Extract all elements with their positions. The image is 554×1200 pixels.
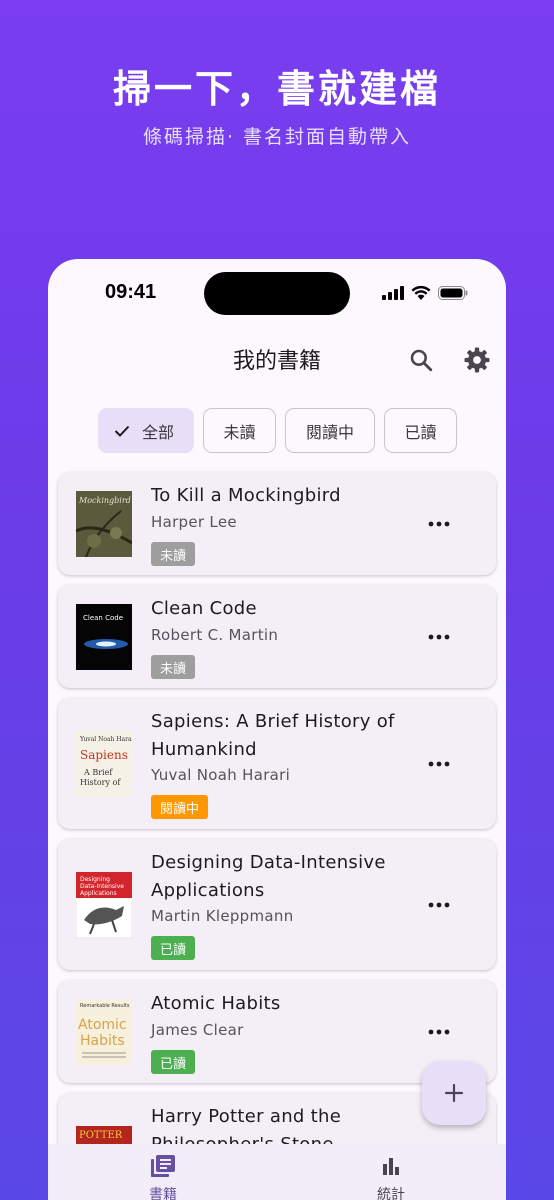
svg-text:Yuval Noah Harari: Yuval Noah Harari bbox=[79, 736, 132, 743]
book-cover: Yuval Noah Harari Sapiens A Brief Histor… bbox=[76, 731, 132, 797]
nav-label: 統計 bbox=[377, 1187, 405, 1200]
book-title: Sapiens: A Brief History of Humankind bbox=[151, 711, 395, 760]
bottom-navigation: 書籍 統計 bbox=[48, 1144, 506, 1200]
book-title: Clean Code bbox=[151, 598, 257, 619]
more-icon[interactable] bbox=[428, 521, 450, 527]
add-book-button[interactable] bbox=[422, 1061, 486, 1125]
book-cover: Designing Data-Intensive Applications bbox=[76, 872, 132, 938]
check-icon bbox=[114, 425, 130, 437]
more-icon[interactable] bbox=[428, 1029, 450, 1035]
more-icon[interactable] bbox=[428, 634, 450, 640]
book-title: To Kill a Mockingbird bbox=[151, 485, 341, 506]
chip-label: 全部 bbox=[141, 422, 174, 442]
book-author: Robert C. Martin bbox=[151, 626, 279, 644]
svg-text:A Brief: A Brief bbox=[83, 768, 113, 777]
nav-label: 書籍 bbox=[149, 1187, 177, 1200]
nav-item-stats[interactable]: 統計 bbox=[341, 1154, 441, 1200]
page-title: 我的書籍 bbox=[232, 349, 321, 374]
chip-reading[interactable]: 閱讀中 bbox=[285, 408, 375, 453]
book-card[interactable]: Designing Data-Intensive Applications De… bbox=[58, 839, 496, 970]
more-icon[interactable] bbox=[428, 761, 450, 767]
book-author: James Clear bbox=[151, 1021, 244, 1039]
cover-text: Mockingbird bbox=[78, 496, 131, 505]
hero-title: 掃一下，書就建檔 bbox=[112, 67, 441, 111]
filter-chips: 全部 未讀 閱讀中 已讀 bbox=[98, 408, 457, 453]
chip-label: 已讀 bbox=[404, 422, 437, 442]
more-icon[interactable] bbox=[428, 902, 450, 908]
cover-art: Yuval Noah Harari Sapiens A Brief Histor… bbox=[76, 731, 132, 797]
status-badge: 已讀 bbox=[151, 936, 196, 960]
book-author: Yuval Noah Harari bbox=[151, 766, 291, 784]
cover-art: Clean Code bbox=[76, 604, 132, 670]
svg-text:Designing: Designing bbox=[80, 876, 110, 883]
wifi-icon bbox=[411, 285, 431, 300]
cover-art: Mockingbird bbox=[76, 491, 132, 557]
svg-text:Habits: Habits bbox=[80, 1033, 125, 1049]
bar-chart-icon bbox=[383, 1158, 399, 1175]
book-card[interactable]: Mockingbird To Kill a Mockingbird Harper… bbox=[58, 472, 496, 575]
status-badge: 閱讀中 bbox=[151, 795, 209, 819]
book-title: Atomic Habits bbox=[151, 993, 281, 1014]
hero-subtitle: 條碼掃描· 書名封面自動帶入 bbox=[142, 126, 412, 148]
book-cover: Mockingbird bbox=[76, 491, 132, 557]
chip-all[interactable]: 全部 bbox=[98, 408, 194, 453]
status-badge: 未讀 bbox=[151, 655, 196, 679]
book-card[interactable]: Yuval Noah Harari Sapiens A Brief Histor… bbox=[58, 698, 496, 829]
status-time: 09:41 bbox=[105, 281, 157, 303]
book-author: Harper Lee bbox=[151, 513, 237, 531]
cover-text: Clean Code bbox=[83, 614, 123, 622]
chip-label: 閱讀中 bbox=[305, 422, 354, 442]
book-author: Martin Kleppmann bbox=[151, 907, 294, 925]
chip-label: 未讀 bbox=[223, 422, 256, 442]
cover-art: Designing Data-Intensive Applications bbox=[76, 872, 132, 938]
gear-icon[interactable] bbox=[464, 347, 490, 373]
plus-icon bbox=[444, 1083, 464, 1103]
book-card[interactable]: Clean Code Clean Code Robert C. Martin 未… bbox=[58, 585, 496, 688]
svg-text:Atomic: Atomic bbox=[78, 1017, 127, 1033]
cover-text: POTTER bbox=[79, 1130, 123, 1141]
svg-text:Remarkable Results: Remarkable Results bbox=[80, 1003, 130, 1009]
status-badge: 未讀 bbox=[151, 542, 196, 566]
search-icon[interactable] bbox=[408, 347, 434, 373]
svg-text:Applications: Applications bbox=[80, 890, 117, 897]
book-cover: Clean Code bbox=[76, 604, 132, 670]
phone-frame: 09:41 我的書籍 全部 未讀 閱讀中 已讀 Mockingbird To K… bbox=[48, 259, 506, 1200]
status-icons bbox=[382, 285, 468, 300]
book-title: Designing Data-Intensive Applications bbox=[151, 852, 386, 901]
svg-text:History of: History of bbox=[80, 778, 121, 787]
chip-unread[interactable]: 未讀 bbox=[203, 408, 276, 453]
book-cover: Remarkable Results Atomic Habits bbox=[76, 999, 132, 1065]
battery-icon bbox=[438, 285, 468, 300]
cover-art: Remarkable Results Atomic Habits bbox=[76, 999, 132, 1065]
dynamic-island bbox=[204, 272, 350, 315]
svg-text:Sapiens: Sapiens bbox=[80, 748, 128, 762]
chip-read[interactable]: 已讀 bbox=[384, 408, 457, 453]
signal-icon bbox=[382, 285, 404, 300]
nav-item-books[interactable]: 書籍 bbox=[113, 1154, 213, 1200]
library-icon bbox=[151, 1155, 175, 1177]
status-badge: 已讀 bbox=[151, 1050, 196, 1074]
svg-text:Data-Intensive: Data-Intensive bbox=[80, 883, 124, 890]
